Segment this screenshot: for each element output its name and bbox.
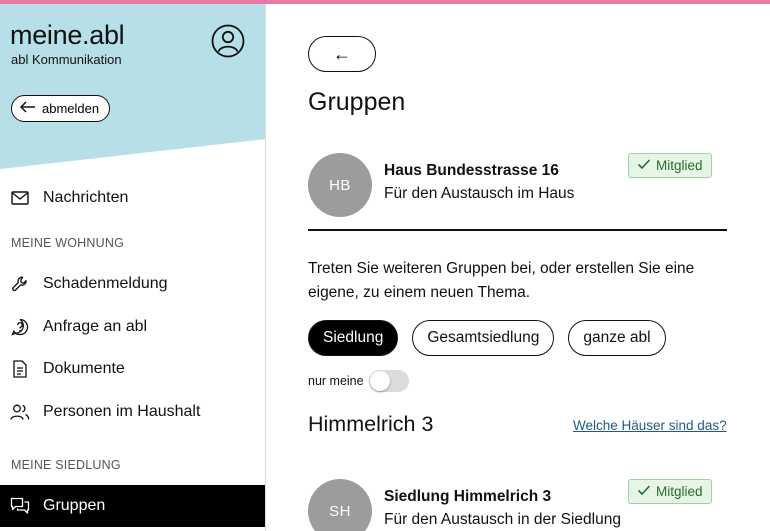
section-heading-wohnung: MEINE WOHNUNG: [11, 236, 125, 250]
group-card-siedlung[interactable]: SH Siedlung Himmelrich 3 Für den Austaus…: [308, 479, 728, 531]
group-avatar: SH: [308, 479, 372, 531]
chat-bubbles-icon: [10, 496, 30, 516]
only-mine-toggle-row: nur meine: [308, 370, 409, 392]
badge-label: Mitglied: [656, 484, 703, 499]
sidebar-item-groups[interactable]: Gruppen: [0, 485, 265, 527]
back-button[interactable]: ←: [308, 36, 376, 72]
checkmark-icon: [637, 158, 651, 173]
group-card-member[interactable]: HB Haus Bundesstrasse 16 Für den Austaus…: [308, 153, 728, 219]
sidebar-item-inquiry[interactable]: Anfrage an abl: [0, 309, 265, 345]
toggle-label: nur meine: [308, 374, 364, 388]
group-name: Siedlung Himmelrich 3: [384, 488, 552, 505]
sidebar-item-label: Dokumente: [43, 360, 125, 377]
filter-chip-gesamtsiedlung[interactable]: Gesamtsiedlung: [412, 320, 555, 356]
user-circle-icon[interactable]: [211, 24, 245, 58]
which-houses-link[interactable]: Welche Häuser sind das?: [573, 418, 727, 433]
group-description: Für den Austausch in der Siedlung: [384, 511, 621, 528]
brand-logo-text: meine.abl: [10, 20, 125, 50]
arrow-left-icon: [19, 101, 36, 116]
sidebar-item-label: Schadenmeldung: [43, 275, 168, 292]
filter-chip-siedlung[interactable]: Siedlung: [308, 320, 399, 356]
section-title: Himmelrich 3: [308, 412, 434, 436]
main-content: ← Gruppen HB Haus Bundesstrasse 16 Für d…: [267, 4, 770, 531]
sidebar-item-household[interactable]: Personen im Haushalt: [0, 394, 265, 430]
divider: [308, 229, 727, 231]
checkmark-icon: [637, 484, 651, 499]
toggle-knob: [369, 371, 390, 391]
group-filter-chips: Siedlung Gesamtsiedlung ganze abl: [308, 320, 666, 356]
group-description: Für den Austausch im Haus: [384, 185, 575, 202]
page-title: Gruppen: [308, 88, 406, 116]
sidebar-item-label: Personen im Haushalt: [43, 403, 201, 420]
sidebar-item-label: Anfrage an abl: [43, 318, 148, 335]
logout-label: abmelden: [42, 101, 100, 116]
group-name: Haus Bundesstrasse 16: [384, 162, 559, 179]
intro-text: Treten Sie weiteren Gruppen bei, oder er…: [308, 260, 695, 301]
only-mine-toggle[interactable]: [368, 370, 409, 392]
wrench-icon: [10, 274, 30, 294]
sidebar-item-damage-report[interactable]: Schadenmeldung: [0, 266, 265, 302]
sidebar: meine.abl abl Kommunikation abmelden Nac…: [0, 4, 266, 531]
sidebar-item-documents[interactable]: Dokumente: [0, 351, 265, 387]
sidebar-item-label: Nachrichten: [43, 189, 129, 206]
member-badge: Mitglied: [628, 153, 712, 178]
mail-icon: [10, 188, 30, 208]
document-icon: [10, 359, 30, 379]
sidebar-header: meine.abl abl Kommunikation abmelden: [0, 4, 265, 169]
question-bubble-icon: [10, 317, 30, 337]
group-avatar: HB: [308, 153, 372, 217]
people-icon: [10, 402, 30, 422]
section-heading-siedlung: MEINE SIEDLUNG: [11, 458, 121, 472]
filter-chip-ganze-abl[interactable]: ganze abl: [568, 320, 666, 356]
member-badge: Mitglied: [628, 479, 712, 504]
sidebar-item-messages[interactable]: Nachrichten: [0, 180, 265, 216]
badge-label: Mitglied: [656, 158, 703, 173]
brand-subtitle: abl Kommunikation: [11, 52, 122, 67]
logout-button[interactable]: abmelden: [11, 95, 111, 122]
sidebar-item-label: Gruppen: [43, 497, 106, 514]
